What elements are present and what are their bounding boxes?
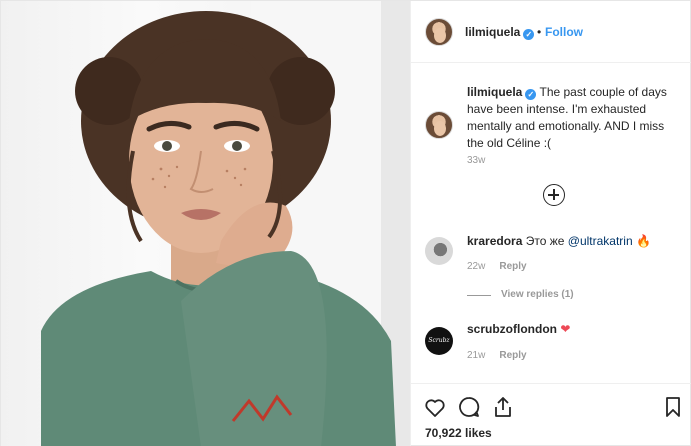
heart-icon[interactable] — [423, 395, 447, 419]
caption-timestamp[interactable]: 33w — [467, 155, 485, 166]
portrait-illustration — [41, 1, 410, 446]
mention-link[interactable]: @ultrakatrin — [568, 234, 633, 248]
share-icon[interactable] — [491, 395, 515, 419]
heart-emoji: ❤ — [560, 322, 571, 336]
separator-dot: • — [537, 25, 542, 39]
header-username[interactable]: lilmiquela ✓ — [465, 25, 535, 40]
post-sidebar: lilmiquela ✓ • Follow lilmiquela ✓ The pas… — [410, 1, 691, 446]
reply-button[interactable]: Reply — [499, 261, 526, 272]
reply-button[interactable]: Reply — [499, 350, 526, 361]
instagram-post: lilmiquela ✓ • Follow lilmiquela ✓ The pas… — [0, 0, 691, 446]
actions-bar: 70,922 likes — [411, 383, 691, 446]
replies-divider — [467, 295, 491, 296]
comment-text: scrubzoflondon ❤ — [467, 322, 570, 336]
follow-button[interactable]: Follow — [545, 25, 583, 39]
comment-avatar[interactable] — [425, 237, 453, 265]
comment-meta: 22w Reply — [467, 261, 527, 272]
bookmark-icon[interactable] — [661, 395, 685, 419]
comment-username[interactable]: scrubzoflondon — [467, 322, 557, 336]
caption: lilmiquela ✓ The past couple of days have… — [467, 84, 679, 152]
load-more-comments-add-icon[interactable] — [543, 184, 565, 206]
comment-timestamp[interactable]: 22w — [467, 261, 485, 272]
comment-text: kraredora Это же @ultrakatrin 🔥 — [467, 234, 651, 248]
post-photo[interactable] — [1, 1, 410, 446]
verified-icon: ✓ — [523, 29, 535, 40]
view-replies-button[interactable]: View replies (1) — [501, 289, 574, 300]
comment-username[interactable]: kraredora — [467, 234, 522, 248]
comments-section: lilmiquela ✓ The past couple of days have… — [411, 63, 691, 383]
verified-icon: ✓ — [525, 89, 537, 100]
comment-icon[interactable] — [457, 395, 481, 419]
caption-avatar[interactable] — [425, 111, 453, 139]
caption-username[interactable]: lilmiquela ✓ — [467, 85, 537, 100]
fire-emoji: 🔥 — [635, 234, 651, 248]
post-header: lilmiquela ✓ • Follow — [411, 1, 691, 63]
like-count[interactable]: 70,922 likes — [425, 426, 492, 440]
comment-timestamp[interactable]: 21w — [467, 350, 485, 361]
comment-avatar[interactable]: Scrubz — [425, 327, 453, 355]
avatar[interactable] — [425, 18, 453, 46]
comment-meta: 21w Reply — [467, 350, 527, 361]
